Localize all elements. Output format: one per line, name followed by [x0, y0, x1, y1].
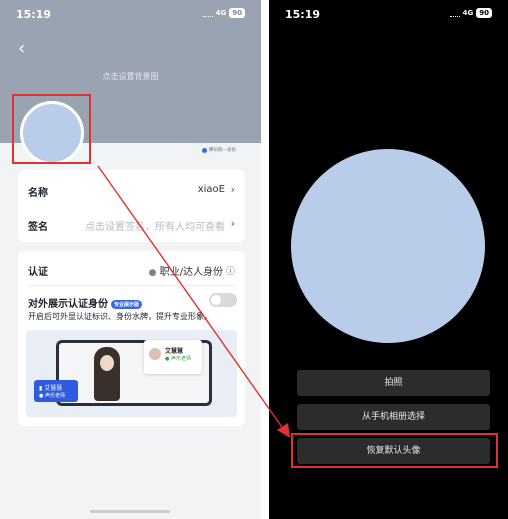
signal-bars-icon — [449, 10, 460, 17]
take-photo-button[interactable]: 拍照 — [297, 370, 490, 396]
preview-name-chip: ▮ 艾慧慧 ● 声乐老师 — [34, 380, 78, 402]
verified-icon: ● — [148, 268, 157, 278]
chip-name-text: 艾慧慧 — [44, 385, 63, 392]
signature-label: 签名 — [28, 222, 48, 233]
show-certification-label: 对外展示认证身份 专业展示版 — [28, 295, 143, 310]
name-label: 名称 — [28, 188, 48, 199]
avatar-preview — [291, 149, 485, 343]
show-certification-text: 对外展示认证身份 — [28, 299, 108, 310]
battery-icon: 90 — [476, 8, 492, 18]
preview-name: 艾慧慧 — [165, 348, 184, 355]
profile-info-card: 名称 xiaoE › 签名 点击设置签名，所有人均可查看 › — [18, 170, 245, 242]
certification-type: 职业/达人身份 — [159, 267, 223, 278]
preview-role: ● 声乐老师 — [165, 356, 191, 362]
certification-row[interactable]: 认证 ● 职业/达人身份 ⓘ — [28, 259, 235, 279]
chevron-right-icon: › — [230, 183, 235, 196]
avatar-highlight-box — [12, 94, 91, 164]
banner-hint: 点击设置背景图 — [102, 72, 159, 81]
status-bar: 15:19 4G 90 — [285, 8, 492, 26]
network-label: 4G — [462, 9, 474, 17]
info-icon[interactable]: ⓘ — [226, 264, 235, 277]
status-time: 15:19 — [16, 8, 52, 21]
chip-name: ▮ 艾慧慧 — [39, 385, 63, 392]
battery-icon: 90 — [229, 8, 245, 18]
signal-indicator: 4G 90 — [202, 8, 245, 18]
avatar-picker-screen: 15:19 4G 90 拍照 从手机相册选择 恢复默认头像 — [269, 0, 508, 519]
toggle-knob — [211, 295, 221, 305]
certification-value: ● 职业/达人身份 — [149, 263, 223, 278]
certification-description: 开启后可外显认证标识、身份水牌，提升专业形象。 — [28, 312, 212, 321]
preview-profile-card: 艾慧慧 ● 声乐老师 — [144, 340, 202, 374]
certification-preview: 艾慧慧 ● 声乐老师 ▮ 艾慧慧 ● 声乐老师 — [26, 330, 237, 417]
preview-face — [100, 355, 114, 371]
identity-badge: 腾讯统一身份 — [202, 147, 236, 153]
certification-card: 认证 ● 职业/达人身份 ⓘ 对外展示认证身份 专业展示版 开启后可外显认证标识、… — [18, 251, 245, 426]
preview-avatar — [149, 348, 161, 360]
chip-role: ● 声乐老师 — [39, 393, 65, 399]
name-row[interactable]: 名称 xiaoE › — [28, 180, 235, 200]
home-indicator — [90, 510, 170, 513]
back-chevron-icon[interactable]: ‹ — [18, 40, 25, 58]
signature-placeholder: 点击设置签名，所有人均可查看 — [85, 222, 225, 233]
show-certification-toggle[interactable] — [209, 293, 237, 307]
signal-indicator: 4G 90 — [449, 8, 492, 18]
restore-button-highlight-box — [291, 433, 498, 468]
signature-row[interactable]: 签名 点击设置签名，所有人均可查看 › — [28, 214, 235, 234]
status-bar: 15:19 4G 90 — [16, 8, 245, 26]
badge-label: 腾讯统一身份 — [209, 148, 236, 153]
chip-role-text: 声乐老师 — [44, 393, 65, 399]
profile-settings-screen: 点击设置背景图 15:19 4G 90 ‹ 腾讯统一身份 名称 xiaoE › … — [0, 0, 261, 519]
certification-label: 认证 — [28, 267, 48, 278]
choose-from-album-button[interactable]: 从手机相册选择 — [297, 404, 490, 430]
divider — [28, 285, 235, 286]
preview-role-text: 声乐老师 — [170, 356, 191, 362]
name-value: xiaoE — [197, 184, 225, 195]
show-certification-row: 对外展示认证身份 专业展示版 — [28, 293, 235, 313]
chevron-right-icon: › — [230, 217, 235, 230]
status-time: 15:19 — [285, 8, 321, 21]
network-label: 4G — [215, 9, 227, 17]
tencent-badge-icon — [202, 147, 207, 153]
signal-bars-icon — [202, 10, 213, 17]
pro-tag: 专业展示版 — [111, 299, 143, 309]
